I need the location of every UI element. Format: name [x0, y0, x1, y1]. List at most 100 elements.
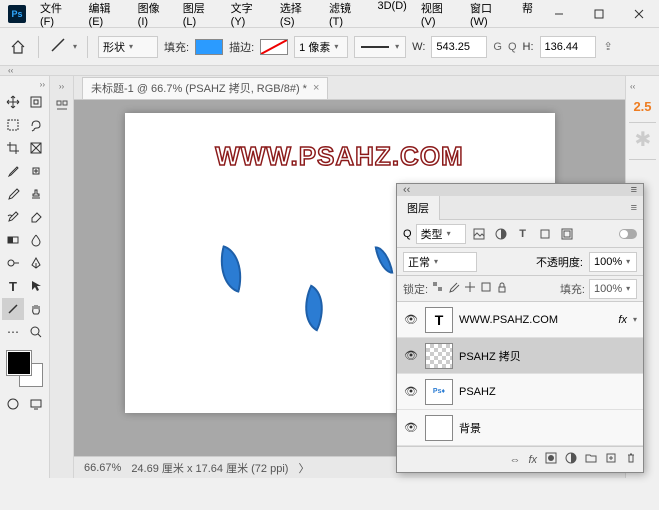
layer-row[interactable]: 👁 Ps♦ PSAHZ: [397, 374, 643, 410]
lock-pos-icon[interactable]: [464, 281, 476, 296]
mask-icon[interactable]: [545, 452, 557, 467]
stroke-style-dropdown[interactable]: ▾: [354, 36, 406, 58]
status-chevron[interactable]: 〉: [298, 460, 309, 476]
marquee-tool[interactable]: [2, 114, 24, 136]
menu-edit[interactable]: 编辑(E): [83, 0, 130, 32]
layers-tab[interactable]: 图层: [397, 196, 440, 220]
panel-options-icon[interactable]: ≡: [625, 202, 643, 214]
layer-thumb-text[interactable]: T: [425, 307, 453, 333]
layer-row[interactable]: 👁 PSAHZ 拷贝: [397, 338, 643, 374]
close-button[interactable]: [619, 0, 659, 27]
new-layer-icon[interactable]: [605, 452, 617, 467]
layers-panel-header[interactable]: ‹‹≡: [397, 184, 643, 196]
visibility-icon[interactable]: 👁: [403, 349, 419, 362]
swatches-icon[interactable]: [633, 131, 653, 151]
filter-pixel-icon[interactable]: [470, 225, 488, 243]
menu-file[interactable]: 文件(F): [34, 0, 81, 32]
height-input[interactable]: [540, 36, 596, 58]
filter-type-icon[interactable]: T: [514, 225, 532, 243]
maximize-button[interactable]: [579, 0, 619, 27]
blur-tool[interactable]: [25, 229, 47, 251]
layer-thumb-img[interactable]: Ps♦: [425, 379, 453, 405]
blend-mode-dropdown[interactable]: 正常▾: [403, 252, 477, 272]
options-collapse[interactable]: ‹‹: [0, 66, 659, 76]
layer-name[interactable]: 背景: [459, 420, 637, 436]
dodge-tool[interactable]: [2, 252, 24, 274]
layer-row[interactable]: 👁 背景: [397, 410, 643, 446]
link-wh-icon[interactable]: G: [493, 41, 502, 53]
line-tool-icon[interactable]: [49, 36, 67, 57]
fx-badge[interactable]: fx: [618, 314, 627, 326]
visibility-icon[interactable]: 👁: [403, 313, 419, 326]
menu-filter[interactable]: 滤镜(T): [323, 0, 370, 32]
edit-toolbar[interactable]: ⋯: [2, 321, 24, 343]
stroke-width-input[interactable]: 1 像素▾: [294, 36, 348, 58]
move-tool[interactable]: [2, 91, 24, 113]
filter-shape-icon[interactable]: [536, 225, 554, 243]
share-icon[interactable]: ⇪: [604, 40, 613, 53]
layer-name[interactable]: WWW.PSAHZ.COM: [459, 314, 612, 326]
adjustment-icon[interactable]: [565, 452, 577, 467]
lock-trans-icon[interactable]: [432, 281, 444, 296]
fill-input[interactable]: 100%▾: [589, 279, 637, 299]
menu-layer[interactable]: 图层(L): [177, 0, 223, 32]
fg-color-swatch[interactable]: [7, 351, 31, 375]
filter-smart-icon[interactable]: [558, 225, 576, 243]
group-icon[interactable]: [585, 452, 597, 467]
zoom-level[interactable]: 66.67%: [84, 462, 121, 474]
toolbox-collapse[interactable]: ››: [40, 80, 45, 89]
layer-thumb-trans[interactable]: [425, 343, 453, 369]
layers-panel[interactable]: ‹‹≡ 图层 ≡ Q 类型▾ T 正常▾ 不透明度: 100%▾ 锁定: 填充:…: [396, 183, 644, 473]
color-swatches[interactable]: [7, 351, 43, 387]
opacity-input[interactable]: 100%▾: [589, 252, 637, 272]
menu-image[interactable]: 图像(I): [132, 0, 175, 32]
stroke-swatch[interactable]: [260, 39, 288, 55]
filter-toggle[interactable]: [619, 229, 637, 239]
minimize-button[interactable]: [539, 0, 579, 27]
zoom-tool[interactable]: [25, 321, 47, 343]
menu-select[interactable]: 选择(S): [274, 0, 321, 32]
doc-dimensions[interactable]: 24.69 厘米 x 17.64 厘米 (72 ppi): [131, 460, 288, 476]
fx-icon[interactable]: fx: [528, 454, 537, 466]
quickmask-standard[interactable]: [2, 393, 24, 415]
tab-close-icon[interactable]: ×: [313, 82, 319, 94]
brush-tool[interactable]: [2, 183, 24, 205]
dock-properties-icon[interactable]: [53, 97, 71, 115]
path-select-tool[interactable]: [25, 275, 47, 297]
menu-view[interactable]: 视图(V): [415, 0, 462, 32]
type-tool[interactable]: T: [2, 275, 24, 297]
layer-name[interactable]: PSAHZ 拷贝: [459, 348, 637, 364]
pen-tool[interactable]: [25, 252, 47, 274]
layer-row[interactable]: 👁 T WWW.PSAHZ.COM fx▾: [397, 302, 643, 338]
filter-adjustment-icon[interactable]: [492, 225, 510, 243]
lock-artboard-icon[interactable]: [480, 281, 492, 296]
panel-menu-icon[interactable]: ≡: [631, 184, 637, 196]
color-value[interactable]: 2.5: [633, 99, 651, 114]
lock-all-icon[interactable]: [496, 281, 508, 296]
document-tab[interactable]: 未标题-1 @ 66.7% (PSAHZ 拷贝, RGB/8#) * ×: [82, 77, 328, 99]
width-input[interactable]: [431, 36, 487, 58]
lock-paint-icon[interactable]: [448, 281, 460, 296]
hand-tool[interactable]: [25, 298, 47, 320]
layer-thumb-blank[interactable]: [425, 415, 453, 441]
eyedropper-tool[interactable]: [2, 160, 24, 182]
healing-tool[interactable]: [25, 160, 47, 182]
line-tool[interactable]: [2, 298, 24, 320]
lasso-tool[interactable]: [25, 114, 47, 136]
menu-type[interactable]: 文字(Y): [225, 0, 272, 32]
shape-mode-dropdown[interactable]: 形状▾: [98, 36, 158, 58]
visibility-icon[interactable]: 👁: [403, 421, 419, 434]
history-brush-tool[interactable]: [2, 206, 24, 228]
delete-icon[interactable]: [625, 452, 637, 467]
home-icon[interactable]: [8, 37, 28, 57]
visibility-icon[interactable]: 👁: [403, 385, 419, 398]
frame-tool[interactable]: [25, 137, 47, 159]
stamp-tool[interactable]: [25, 183, 47, 205]
crop-tool[interactable]: [2, 137, 24, 159]
artboard-tool[interactable]: [25, 91, 47, 113]
layer-name[interactable]: PSAHZ: [459, 386, 637, 398]
screenmode-icon[interactable]: [25, 393, 47, 415]
fill-swatch[interactable]: [195, 39, 223, 55]
gradient-tool[interactable]: [2, 229, 24, 251]
link-layers-icon[interactable]: ⇔: [509, 454, 520, 466]
